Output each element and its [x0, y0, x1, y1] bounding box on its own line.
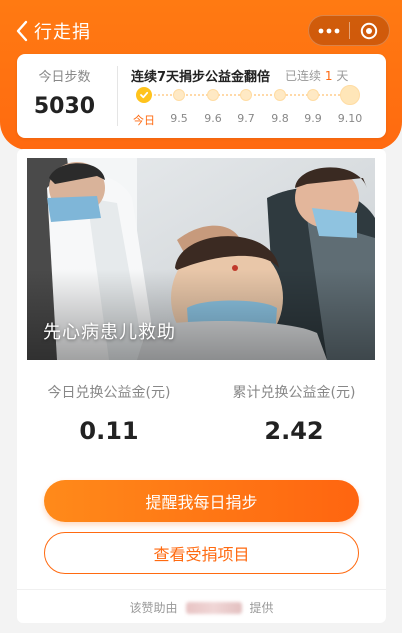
day-label: 9.10 — [337, 112, 363, 125]
close-circle-icon — [361, 22, 378, 39]
sponsor-footer: 该赞助由 提供 — [17, 599, 386, 616]
day-dot-today — [136, 87, 152, 103]
view-projects-button[interactable]: 查看受捐项目 — [44, 532, 359, 574]
remind-daily-button[interactable]: 提醒我每日捐步 — [44, 480, 359, 522]
day-label: 9.9 — [304, 112, 322, 125]
day-label: 9.7 — [237, 112, 255, 125]
streak-days: 1 — [324, 69, 333, 83]
chevron-left-icon — [16, 20, 28, 42]
day-dot — [307, 89, 319, 101]
check-icon — [140, 91, 149, 99]
day-label: 9.6 — [204, 112, 222, 125]
streak-status: 已连续 1 天 — [285, 67, 348, 84]
more-button[interactable] — [309, 16, 349, 45]
page-title: 行走捐 — [34, 22, 91, 43]
day-label: 今日 — [133, 114, 155, 127]
day-dot — [173, 89, 185, 101]
sponsor-name-redacted — [185, 601, 242, 614]
total-fund-value: 2.42 — [264, 417, 324, 445]
today-steps: 今日步数 5030 — [17, 54, 112, 138]
sponsor-suffix: 提供 — [249, 601, 274, 615]
today-steps-value: 5030 — [33, 94, 96, 119]
today-fund-label: 今日兑换公益金(元) — [47, 385, 171, 401]
streak-title: 连续7天捐步公益金翻倍 — [131, 70, 271, 85]
day-dot — [240, 89, 252, 101]
project-photo[interactable]: 先心病患儿救助 — [27, 158, 375, 360]
streak-suffix: 天 — [336, 69, 349, 83]
streak-prefix: 已连续 — [285, 69, 322, 83]
today-fund-value: 0.11 — [79, 417, 139, 445]
footer-divider — [17, 589, 386, 590]
mini-program-capsule — [308, 15, 390, 46]
day-label: 9.8 — [271, 112, 289, 125]
day-dot — [207, 89, 219, 101]
close-button[interactable] — [350, 16, 390, 45]
project-caption: 先心病患儿救助 — [43, 322, 176, 343]
main-card: 先心病患儿救助 今日兑换公益金(元) 0.11 累计兑换公益金(元) 2.42 … — [17, 149, 386, 623]
steps-card: 今日步数 5030 连续7天捐步公益金翻倍 已连续 1 天 今日 9.5 9.6… — [17, 54, 386, 138]
back-button[interactable]: 行走捐 — [12, 17, 91, 45]
day-dot — [274, 89, 286, 101]
today-steps-label: 今日步数 — [38, 70, 91, 85]
total-fund-label: 累计兑换公益金(元) — [232, 385, 356, 401]
more-dots-icon — [318, 28, 340, 33]
divider — [117, 66, 118, 126]
day-label: 9.5 — [170, 112, 188, 125]
day-dot-final — [340, 85, 360, 105]
sponsor-prefix: 该赞助由 — [129, 601, 178, 615]
